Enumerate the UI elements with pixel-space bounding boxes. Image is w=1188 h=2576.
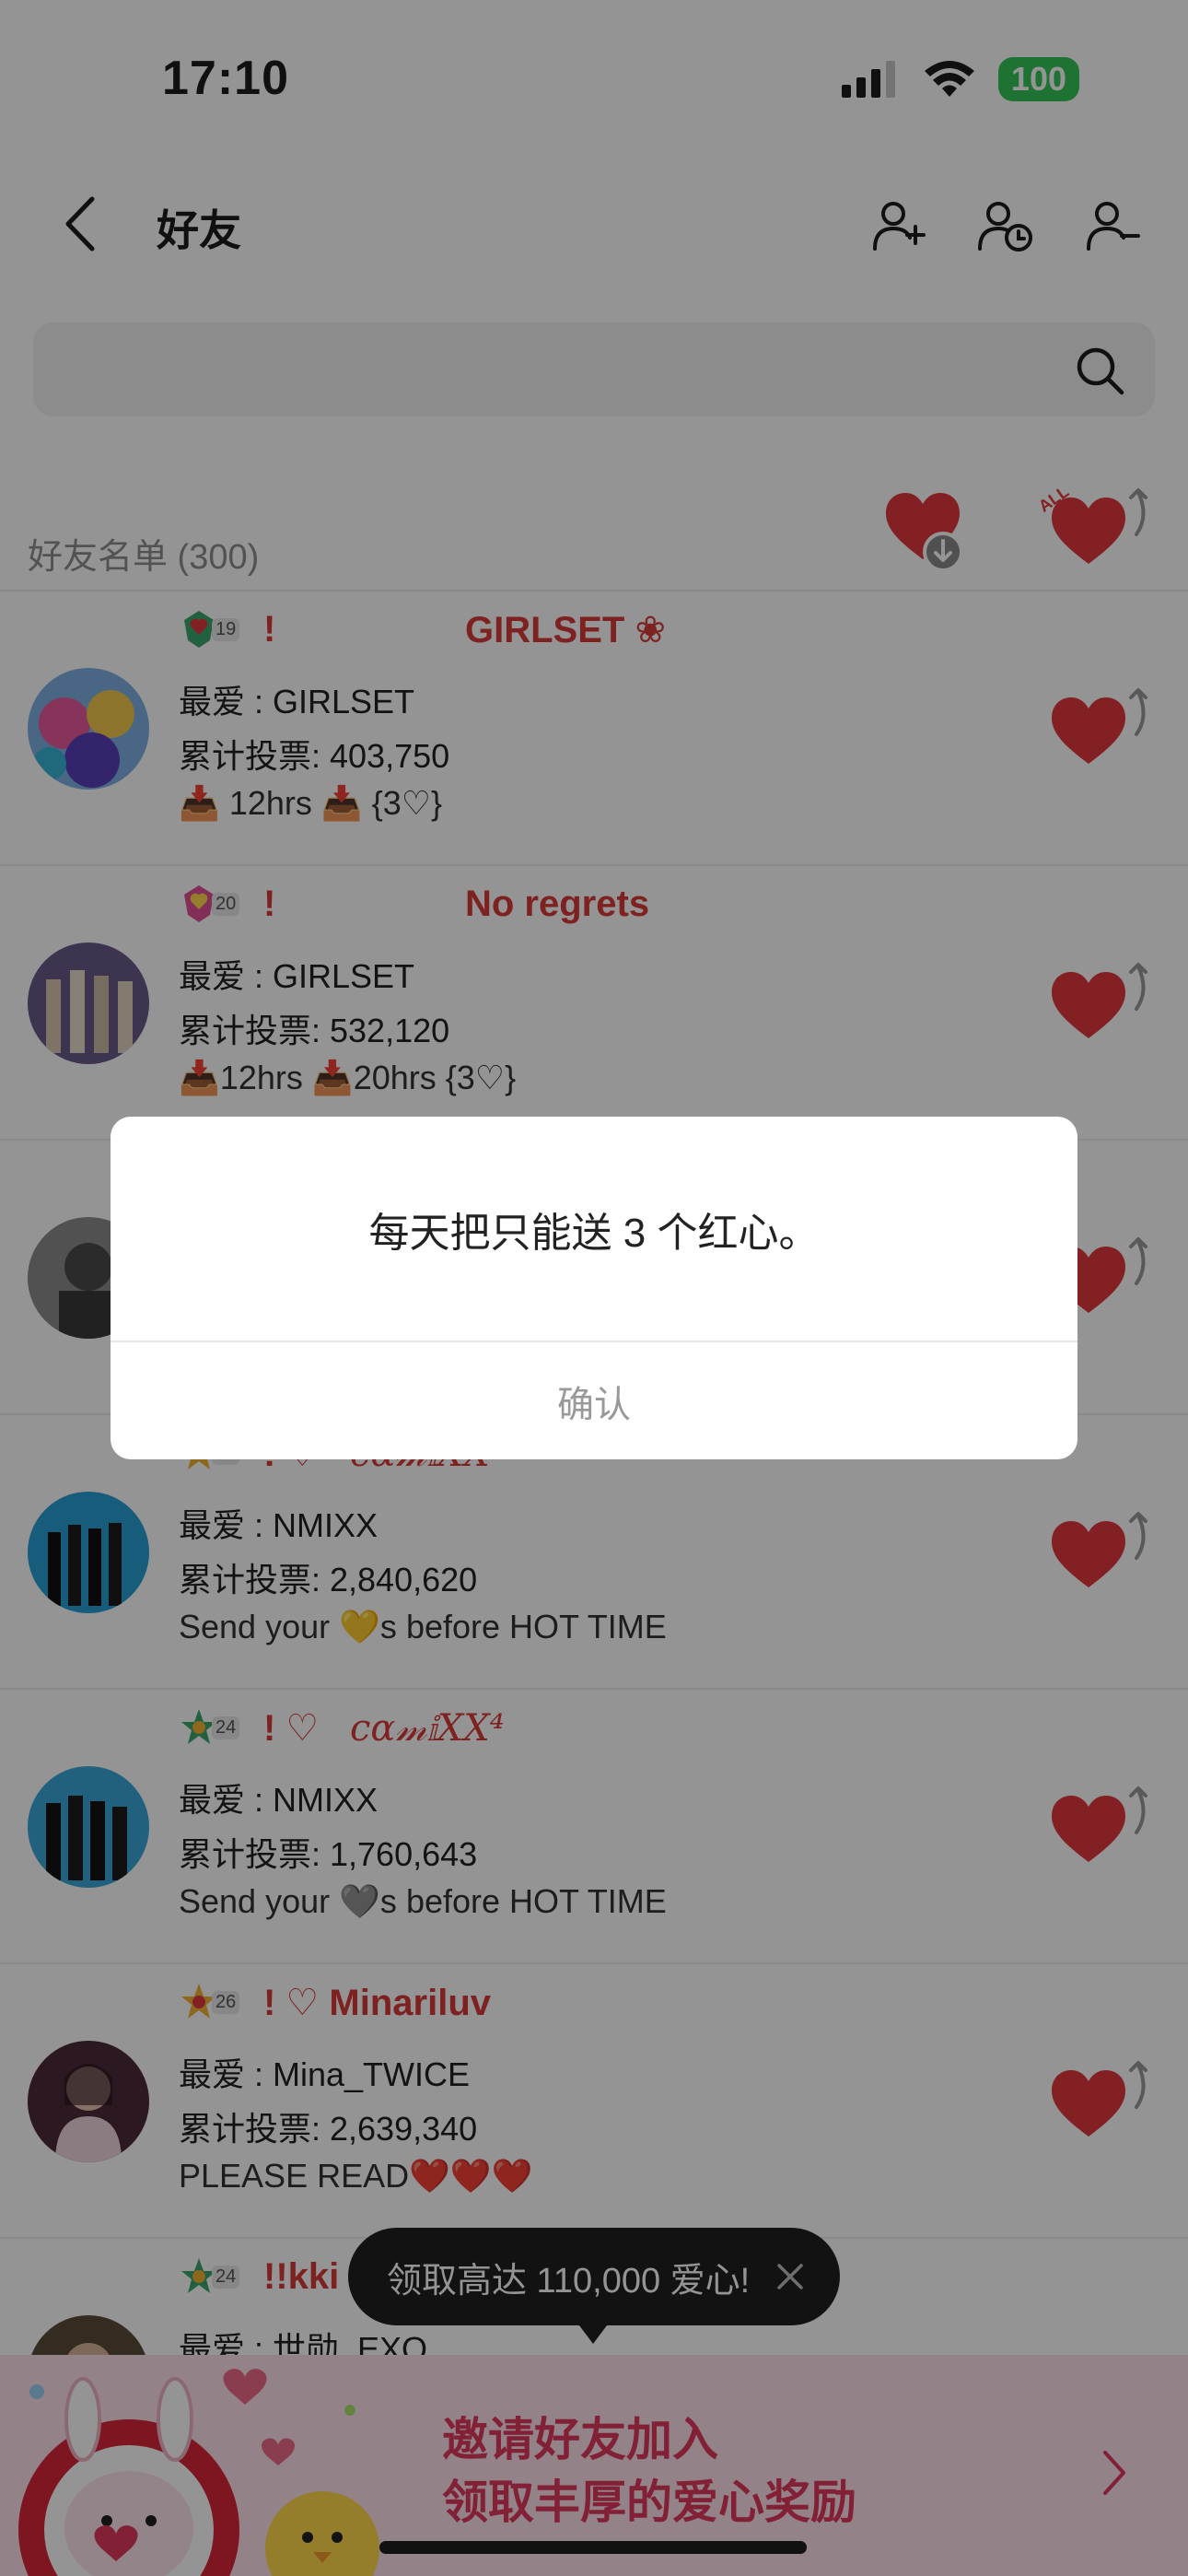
friends-page: 17:10 100 好友 好友名单 (300) ALL 19 ! GIRLSET… [0, 0, 1188, 2576]
alert-dialog: 每天把只能送 3 个红心。 确认 [111, 1117, 1077, 1459]
confirm-button[interactable]: 确认 [111, 1342, 1077, 1459]
home-indicator[interactable] [379, 2541, 807, 2554]
dialog-message: 每天把只能送 3 个红心。 [368, 1211, 820, 1256]
